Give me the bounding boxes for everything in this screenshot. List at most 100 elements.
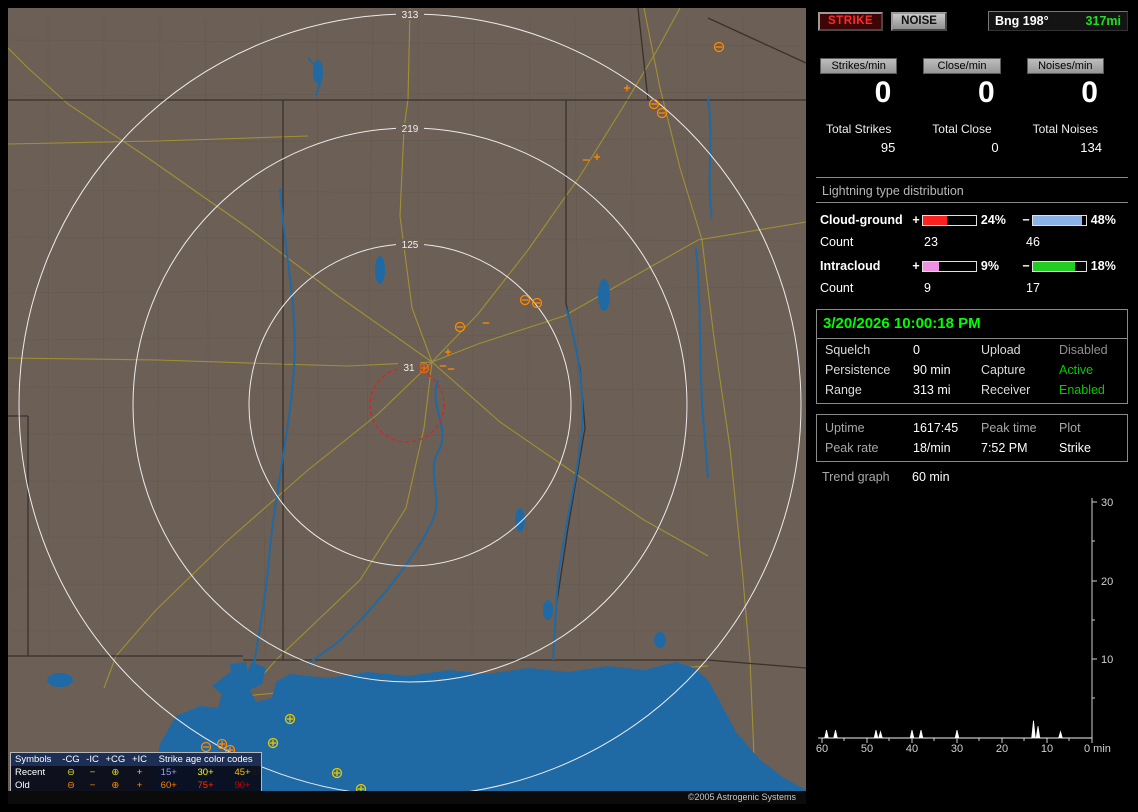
y-tick-20: 20	[1101, 576, 1113, 588]
total-strikes-label: Total Strikes	[825, 122, 892, 136]
map-canvas: 313 219 125 31	[8, 8, 806, 804]
ic-plus-percent: 9%	[980, 259, 999, 273]
ic-minus-percent: 18%	[1090, 259, 1116, 273]
peak-rate-value: 18/min	[913, 441, 951, 455]
cloud-ground-label: Cloud-ground	[820, 213, 903, 227]
total-labels-row: Total Strikes Total Close Total Noises	[814, 110, 1130, 136]
intracloud-row: Intracloud + 9% − 18%	[814, 259, 1130, 273]
minus-sign: −	[1022, 213, 1030, 227]
legend-col-nic: -IC	[86, 754, 99, 765]
trend-graph: 60 50 40 30 20 10 0 min 30 20 10	[816, 497, 1113, 755]
cg-minus-percent: 48%	[1090, 213, 1116, 227]
legend-age-title: Strike age color codes	[158, 754, 253, 765]
map-view[interactable]: 313 219 125 31 Symbols -CG -IC +CG +IC S…	[8, 8, 806, 804]
upload-status: Disabled	[1059, 343, 1108, 357]
persistence-value: 90 min	[913, 363, 951, 377]
x-tick-0: 0 min	[1084, 743, 1111, 755]
total-close-label: Total Close	[932, 122, 992, 136]
strike-symbol	[331, 767, 343, 779]
cg-plus-count: 23	[924, 235, 938, 249]
rate-box-noises: Noises/min	[1026, 58, 1104, 74]
upload-label: Upload	[981, 343, 1021, 357]
status-row: Persistence 90 min Capture Active	[817, 359, 1127, 379]
plus-sign: +	[912, 213, 920, 227]
status-row: Range 313 mi Receiver Enabled	[817, 379, 1127, 403]
strike-mode-button[interactable]: STRIKE	[818, 11, 884, 31]
status-box: 3/20/2026 10:00:18 PM Squelch 0 Upload D…	[816, 309, 1128, 404]
receiver-label: Receiver	[981, 383, 1031, 397]
plot-label: Plot	[1059, 421, 1081, 435]
plus-sign: +	[912, 259, 920, 273]
count-label: Count	[820, 235, 854, 249]
cloud-ground-counts: Count 23 46	[814, 235, 1130, 249]
strike-symbol	[267, 737, 279, 749]
mode-toolbar: STRIKE NOISE Bng 198° 317mi	[814, 10, 1130, 32]
minus-sign: −	[1022, 259, 1030, 273]
trend-graph-window: 60 min	[912, 470, 950, 484]
uptime-value: 1617:45	[913, 421, 959, 435]
symbol-legend: Symbols -CG -IC +CG +IC Strike age color…	[10, 752, 262, 793]
bearing-distance: 317mi	[1085, 14, 1121, 28]
trend-series	[822, 720, 1092, 739]
cg-plus-bar	[921, 214, 977, 226]
noises-per-min-value: 0	[1081, 76, 1098, 109]
noise-mode-button[interactable]: NOISE	[891, 11, 947, 31]
age-15: 15+	[160, 767, 177, 778]
age-45: 45+	[234, 767, 251, 778]
session-box: Uptime 1617:45 Peak time Plot Peak rate …	[816, 414, 1128, 462]
cg-minus-count: 46	[1026, 235, 1040, 249]
strike-symbol	[418, 362, 430, 374]
session-row: Peak rate 18/min 7:52 PM Strike	[817, 437, 1127, 457]
x-tick-50: 50	[861, 743, 873, 755]
legend-col-ncg: -CG	[62, 754, 80, 765]
rate-boxes-row: Strikes/min Close/min Noises/min	[814, 32, 1130, 74]
total-strikes-value: 95	[880, 140, 896, 155]
bearing-label: Bng 198°	[995, 14, 1049, 28]
range-value: 313 mi	[913, 383, 951, 397]
total-noises-label: Total Noises	[1032, 122, 1098, 136]
ic-plus-bar	[921, 260, 977, 272]
total-values-row: 95 0 134	[814, 136, 1130, 155]
plus-ic-icon: +	[136, 767, 143, 778]
rate-values-row: 0 0 0	[814, 74, 1130, 110]
cg-minus-bar	[1031, 214, 1087, 226]
graph-axes	[818, 498, 1093, 739]
legend-recent-label: Recent	[15, 767, 46, 778]
count-label: Count	[820, 281, 854, 295]
peak-rate-label: Peak rate	[825, 441, 879, 455]
legend-symbols-label: Symbols	[15, 754, 52, 765]
close-per-min-value: 0	[977, 76, 995, 109]
rate-box-close: Close/min	[923, 58, 1001, 74]
squelch-label: Squelch	[825, 343, 871, 357]
y-tick-10: 10	[1101, 654, 1113, 666]
legend-col-pic: +IC	[132, 754, 148, 765]
range-label-125: 125	[402, 240, 419, 251]
x-tick-40: 40	[906, 743, 918, 755]
capture-status: Active	[1059, 363, 1094, 377]
strike-symbol	[216, 738, 228, 750]
distribution-title: Lightning type distribution	[816, 178, 1128, 203]
ic-minus-count: 17	[1026, 281, 1040, 295]
trend-graph-row: Trend graph 60 min	[814, 462, 1130, 484]
range-label-219: 219	[402, 124, 419, 135]
copyright-text: ©2005 Astrogenic Systems	[8, 791, 806, 804]
x-tick-10: 10	[1041, 743, 1053, 755]
peak-time-value: 7:52 PM	[981, 441, 1028, 455]
uptime-label: Uptime	[825, 421, 865, 435]
rate-box-strikes: Strikes/min	[820, 58, 898, 74]
trend-graph-label: Trend graph	[822, 470, 890, 484]
y-tick-30: 30	[1101, 497, 1113, 509]
squelch-value: 0	[913, 343, 920, 357]
plot-value: Strike	[1059, 441, 1091, 455]
legend-col-pcg: +CG	[105, 754, 126, 765]
ic-plus-count: 9	[924, 281, 931, 295]
total-noises-value: 134	[1080, 140, 1102, 155]
x-tick-30: 30	[951, 743, 963, 755]
session-row: Uptime 1617:45 Peak time Plot	[817, 417, 1127, 437]
range-label: Range	[825, 383, 862, 397]
range-label-313: 313	[402, 10, 419, 21]
cloud-ground-row: Cloud-ground + 24% − 48%	[814, 213, 1130, 227]
status-row: Squelch 0 Upload Disabled	[817, 339, 1127, 359]
strike-symbol	[284, 713, 296, 725]
minus-ic-icon: −	[89, 767, 96, 778]
